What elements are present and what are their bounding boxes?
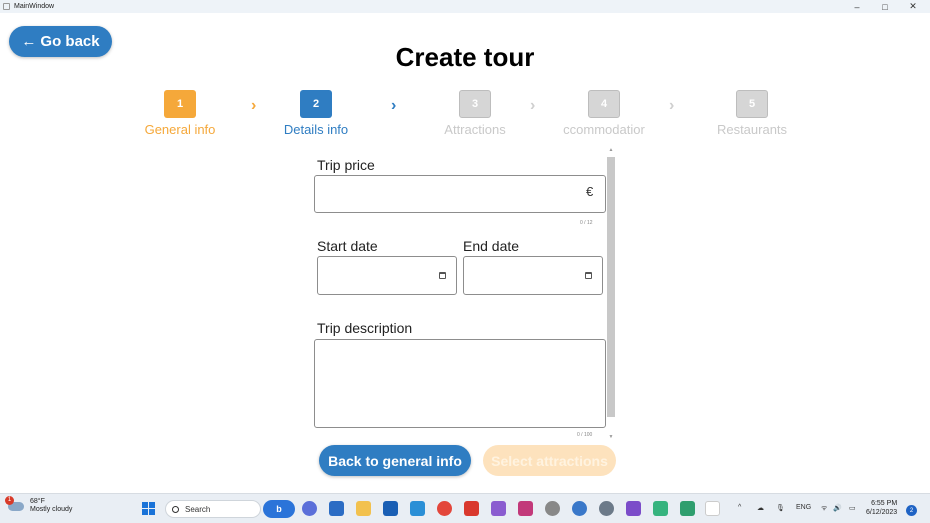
stack-app-icon[interactable] xyxy=(518,501,533,516)
battery-icon[interactable]: ▭ xyxy=(849,504,856,512)
step-2-label: Details info xyxy=(283,122,349,137)
step-3-number[interactable]: 3 xyxy=(459,90,491,118)
trip-description-label: Trip description xyxy=(317,320,413,336)
end-date-label: End date xyxy=(463,238,520,254)
start-date-label: Start date xyxy=(317,238,378,254)
taskbar: 1 68°F Mostly cloudy Search b ^ ☁ 🎙 ENG … xyxy=(0,493,930,523)
weather-condition: Mostly cloudy xyxy=(30,506,73,513)
trip-description-textarea[interactable] xyxy=(314,339,606,428)
teams-icon[interactable] xyxy=(302,501,317,516)
step-1-label: General info xyxy=(144,122,216,137)
page-title: Create tour xyxy=(395,42,535,72)
mail-icon[interactable] xyxy=(383,501,398,516)
minimize-button[interactable]: – xyxy=(846,0,868,13)
chevron-right-icon: › xyxy=(669,97,675,114)
window-titlebar: MainWindow – □ ✕ xyxy=(0,0,930,13)
close-button[interactable]: ✕ xyxy=(902,0,924,13)
notepad-icon[interactable] xyxy=(680,501,695,516)
main-window-icon[interactable] xyxy=(705,501,720,516)
select-attractions-button[interactable]: Select attractions xyxy=(483,445,616,476)
word-icon[interactable] xyxy=(464,501,479,516)
euro-icon: € xyxy=(586,184,594,199)
step-4-label: ccommodatior xyxy=(563,122,645,137)
trip-description-counter: 0 / 100 xyxy=(577,432,593,438)
app-icon[interactable] xyxy=(329,501,344,516)
file-explorer-icon[interactable] xyxy=(356,501,371,516)
settings-gear-icon[interactable] xyxy=(599,501,614,516)
step-1-number[interactable]: 1 xyxy=(164,90,196,118)
language-indicator[interactable]: ENG xyxy=(796,504,811,511)
weather-widget[interactable]: 1 68°F Mostly cloudy xyxy=(5,495,73,514)
weather-temp: 68°F xyxy=(30,498,45,505)
trip-price-input[interactable] xyxy=(314,175,606,213)
chevron-right-icon: › xyxy=(391,97,397,114)
cloud-icon: 1 xyxy=(5,495,24,511)
visual-studio-icon[interactable] xyxy=(491,501,506,516)
chrome-icon[interactable] xyxy=(437,501,452,516)
weather-badge: 1 xyxy=(5,495,14,505)
window-title: MainWindow xyxy=(14,3,55,10)
start-date-input[interactable] xyxy=(317,256,457,295)
trip-price-counter: 0 / 12 xyxy=(580,220,593,226)
github-icon[interactable] xyxy=(545,501,560,516)
app-icon xyxy=(3,3,10,10)
volume-icon[interactable]: 🔊 xyxy=(833,504,842,512)
search-icon xyxy=(172,505,179,513)
calendar-icon[interactable] xyxy=(439,272,446,279)
postman-icon[interactable] xyxy=(572,501,587,516)
scroll-up-icon[interactable]: ▲ xyxy=(607,147,615,153)
clock-time: 6:55 PM xyxy=(871,500,898,507)
taskbar-clock[interactable]: 6:55 PM 6/12/2023 xyxy=(866,499,897,517)
clock-date: 6/12/2023 xyxy=(866,509,898,516)
calendar-icon[interactable] xyxy=(585,272,592,279)
notification-badge[interactable]: 2 xyxy=(906,505,917,516)
diamond-app-icon[interactable] xyxy=(653,501,668,516)
bing-icon[interactable]: b xyxy=(263,500,295,518)
end-date-input[interactable] xyxy=(463,256,603,295)
step-5-number[interactable]: 5 xyxy=(736,90,768,118)
windows-start-icon[interactable] xyxy=(142,502,155,515)
visual-studio-2-icon[interactable] xyxy=(626,501,641,516)
scrollbar-thumb[interactable] xyxy=(607,157,615,417)
step-4-number[interactable]: 4 xyxy=(588,90,620,118)
step-3-label: Attractions xyxy=(444,122,506,137)
taskbar-search[interactable]: Search xyxy=(165,500,261,518)
l-app-icon[interactable] xyxy=(410,501,425,516)
maximize-button[interactable]: □ xyxy=(874,0,896,13)
chevron-right-icon: › xyxy=(530,97,536,114)
step-2-number[interactable]: 2 xyxy=(300,90,332,118)
scroll-down-icon[interactable]: ▼ xyxy=(607,434,615,440)
wifi-icon[interactable]: ᯤ xyxy=(821,504,827,513)
step-5-label: Restaurants xyxy=(716,122,788,137)
search-placeholder: Search xyxy=(185,504,211,514)
chevron-right-icon: › xyxy=(251,97,257,114)
back-to-general-info-button[interactable]: Back to general info xyxy=(319,445,471,476)
tray-chevron-icon[interactable]: ^ xyxy=(738,504,741,511)
onedrive-icon[interactable]: ☁ xyxy=(757,504,764,512)
trip-price-label: Trip price xyxy=(317,157,375,173)
microphone-icon[interactable]: 🎙 xyxy=(776,504,785,512)
